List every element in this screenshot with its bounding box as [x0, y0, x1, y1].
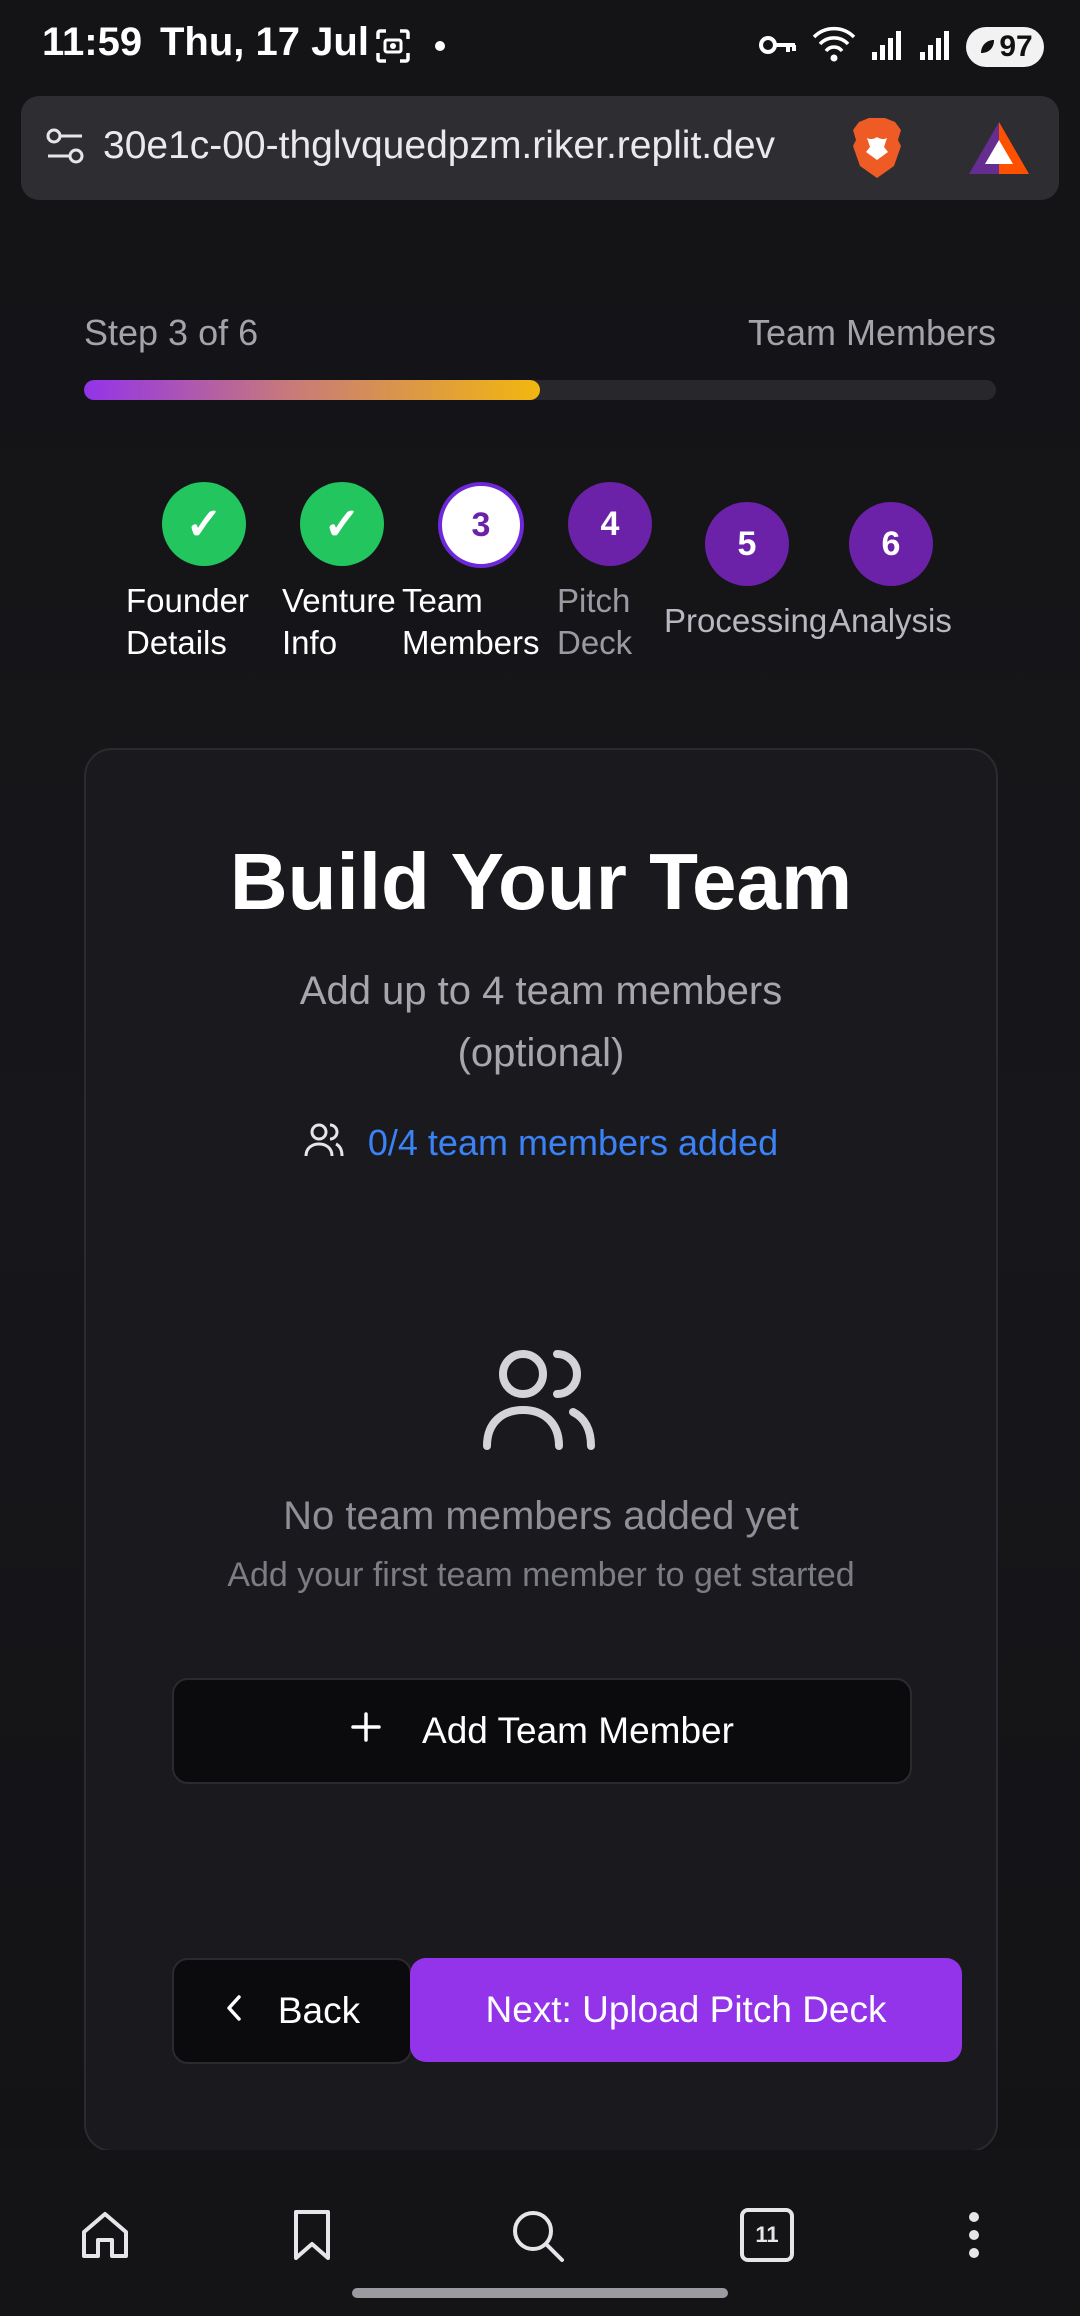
- step-4-pending: 4: [568, 482, 652, 566]
- step-1-label: Founder Details: [126, 582, 249, 661]
- team-count: 0/4 team members added: [86, 1120, 996, 1165]
- page-subtitle: Add up to 4 team members (optional): [299, 969, 783, 1075]
- team-count-text: 0/4 team members added: [367, 1121, 779, 1163]
- step-2-label: Venture Info: [282, 582, 396, 661]
- step-4-label: Pitch Deck: [557, 582, 633, 661]
- url-text[interactable]: 30e1c-00-thglvquedpzm.riker.replit.dev: [103, 124, 843, 168]
- vpn-key-icon: [758, 30, 798, 65]
- bookmark-icon[interactable]: [290, 2208, 334, 2267]
- battery-level: 97: [999, 30, 1033, 63]
- step-2-complete-icon: ✓: [300, 482, 384, 566]
- step-3-current: 3: [438, 482, 524, 568]
- address-bar[interactable]: 30e1c-00-thglvquedpzm.riker.replit.dev: [21, 96, 1059, 200]
- current-step-name: Team Members: [747, 312, 996, 353]
- progress-bar: [84, 380, 996, 400]
- onboarding-page: Step 3 of 6 Team Members ✓ Founder Detai…: [0, 222, 1080, 2152]
- dot-icon: [434, 39, 446, 57]
- status-bar: 11:59 Thu, 17 Jul 97: [0, 0, 1080, 92]
- next-upload-pitch-deck-button[interactable]: Next: Upload Pitch Deck: [410, 1958, 962, 2062]
- gesture-home-indicator: [352, 2288, 728, 2298]
- step-indicator: ✓ Founder Details ✓ Venture Info 3 Team …: [0, 482, 1080, 682]
- screenshot-icon: [374, 27, 412, 70]
- team-members-card: Build Your Team Add up to 4 team members…: [84, 748, 998, 2152]
- tab-count: 11: [740, 2208, 794, 2262]
- step-counter: Step 3 of 6: [84, 312, 259, 353]
- empty-state-subtitle: Add your first team member to get starte…: [227, 1556, 855, 1594]
- site-settings-icon[interactable]: [43, 124, 87, 173]
- step-6-label: Analysis: [829, 602, 952, 639]
- more-menu-icon[interactable]: [962, 2208, 986, 2267]
- step-6-pending: 6: [849, 502, 933, 586]
- signal-icon: [870, 28, 904, 67]
- page-title: Build Your Team: [229, 837, 853, 926]
- wifi-icon: [812, 25, 856, 70]
- status-system-icons: 97: [758, 22, 1044, 72]
- home-icon[interactable]: [78, 2208, 132, 2267]
- back-button-label: Back: [277, 1990, 361, 2031]
- add-team-member-label: Add Team Member: [422, 1710, 734, 1751]
- browser-bottom-nav: 11: [0, 2150, 1080, 2316]
- progress-bar-fill: [84, 380, 540, 400]
- step-1-complete-icon: ✓: [162, 482, 246, 566]
- status-date: Thu, 17 Jul: [160, 20, 369, 64]
- add-team-member-button[interactable]: Add Team Member: [172, 1678, 912, 1784]
- battery-saver-icon: [981, 40, 995, 53]
- chevron-left-icon: [224, 1990, 244, 2032]
- status-notification-icons: [374, 26, 446, 70]
- plus-icon: [350, 1710, 382, 1752]
- empty-state-title: No team members added yet: [283, 1494, 799, 1538]
- browser-toolbar: 30e1c-00-thglvquedpzm.riker.replit.dev: [0, 92, 1080, 222]
- users-icon: [304, 1120, 344, 1165]
- tabs-icon[interactable]: 11: [740, 2208, 794, 2262]
- status-time: 11:59: [42, 20, 143, 64]
- battery-indicator: 97: [966, 27, 1044, 67]
- step-5-label: Processing: [664, 602, 828, 639]
- signal-icon: [918, 28, 952, 67]
- brave-rewards-icon[interactable]: [967, 120, 1031, 181]
- step-5-pending: 5: [705, 502, 789, 586]
- back-button[interactable]: Back: [172, 1958, 412, 2064]
- search-icon[interactable]: [510, 2208, 566, 2269]
- users-icon: [481, 1340, 601, 1457]
- brave-shields-icon[interactable]: [847, 116, 907, 185]
- step-3-label: Team Members: [402, 582, 540, 661]
